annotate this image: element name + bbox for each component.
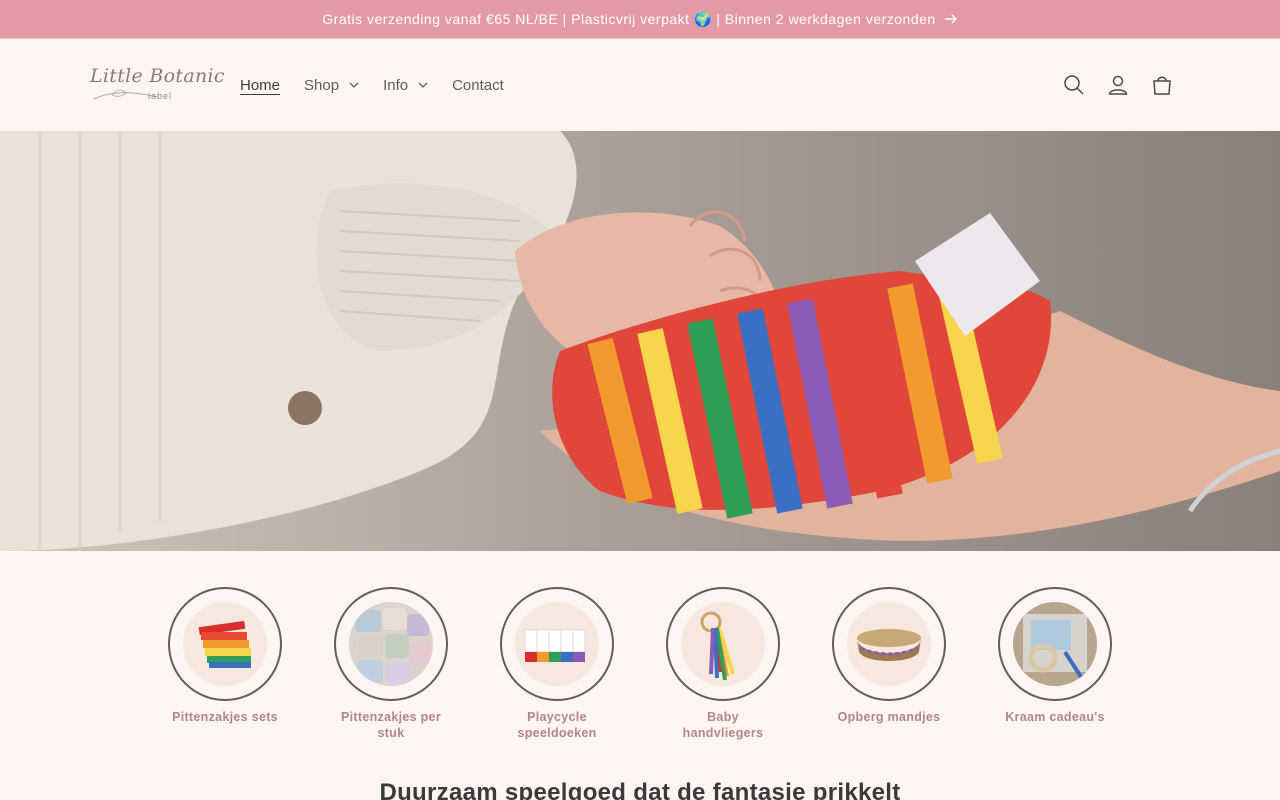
category-label[interactable]: Baby handvliegers — [648, 709, 798, 741]
basket-icon — [857, 629, 921, 661]
category-circle[interactable] — [500, 587, 614, 701]
nav-home-label: Home — [240, 76, 281, 94]
category-image — [847, 602, 931, 686]
ribbon-kite-icon — [700, 611, 735, 681]
chevron-down-icon — [349, 82, 359, 88]
cart-icon — [1153, 76, 1171, 95]
category-image — [681, 602, 765, 686]
nav-shop-label: Shop — [304, 76, 340, 94]
category-circle[interactable] — [168, 587, 282, 701]
category-playcycle-speeldoeken[interactable]: Playcycle speeldoeken — [482, 587, 632, 741]
gift-box-icon — [1013, 602, 1097, 686]
category-image — [1013, 602, 1097, 686]
logo[interactable]: Little Botanic label — [88, 63, 225, 109]
logo-script: Little Botanic — [90, 65, 225, 87]
category-image — [183, 602, 267, 686]
site-header: Little Botanic label Home Shop Info Cont… — [0, 39, 1280, 131]
account-button[interactable] — [1096, 63, 1140, 107]
search-button[interactable] — [1052, 63, 1096, 107]
rainbow-stack-icon — [198, 620, 251, 668]
chevron-down-icon — [418, 82, 428, 88]
account-icon — [1108, 75, 1128, 95]
announcement-text[interactable]: Gratis verzending vanaf €65 NL/BE | Plas… — [322, 11, 935, 28]
category-baby-handvliegers[interactable]: Baby handvliegers — [648, 587, 798, 741]
arrow-right-icon[interactable] — [944, 13, 958, 25]
category-image — [349, 602, 433, 686]
header-icons — [1052, 39, 1184, 131]
category-opberg-mandjes[interactable]: Opberg mandjes — [814, 587, 964, 725]
category-label[interactable]: Opberg mandjes — [814, 709, 964, 725]
section-headline: Duurzaam speelgoed dat de fantasie prikk… — [379, 779, 901, 800]
single-pouches-icon — [349, 602, 433, 686]
announcement-bar[interactable]: Gratis verzending vanaf €65 NL/BE | Plas… — [0, 0, 1280, 39]
hero-image — [0, 131, 1280, 551]
cart-button[interactable] — [1140, 63, 1184, 107]
category-label[interactable]: Playcycle speeldoeken — [482, 709, 632, 741]
nav-info-label: Info — [383, 76, 409, 94]
category-label[interactable]: Pittenzakjes per stuk — [316, 709, 466, 741]
hero-illustration — [0, 131, 1280, 551]
nav-contact-label: Contact — [452, 76, 504, 94]
category-kraam-cadeaus[interactable]: Kraam cadeau's — [980, 587, 1130, 725]
category-circle[interactable] — [666, 587, 780, 701]
logo-subtitle: label — [148, 91, 173, 101]
search-icon — [1064, 75, 1084, 95]
category-label[interactable]: Pittenzakjes sets — [150, 709, 300, 725]
category-circle[interactable] — [832, 587, 946, 701]
category-pittenzakjes-per-stuk[interactable]: Pittenzakjes per stuk — [316, 587, 466, 741]
play-cloths-icon — [524, 629, 586, 662]
nav-shop[interactable]: Shop — [304, 77, 359, 94]
category-pittenzakjes-sets[interactable]: Pittenzakjes sets — [150, 587, 300, 725]
main-nav: Home Shop Info Contact — [240, 39, 528, 131]
nav-home[interactable]: Home — [240, 77, 280, 94]
category-label[interactable]: Kraam cadeau's — [980, 709, 1130, 725]
category-image — [515, 602, 599, 686]
nav-info[interactable]: Info — [383, 77, 428, 94]
category-circle[interactable] — [334, 587, 448, 701]
category-circle[interactable] — [998, 587, 1112, 701]
category-row: Pittenzakjes sets Pittenzakjes per stuk — [0, 551, 1280, 800]
nav-contact[interactable]: Contact — [452, 77, 504, 94]
